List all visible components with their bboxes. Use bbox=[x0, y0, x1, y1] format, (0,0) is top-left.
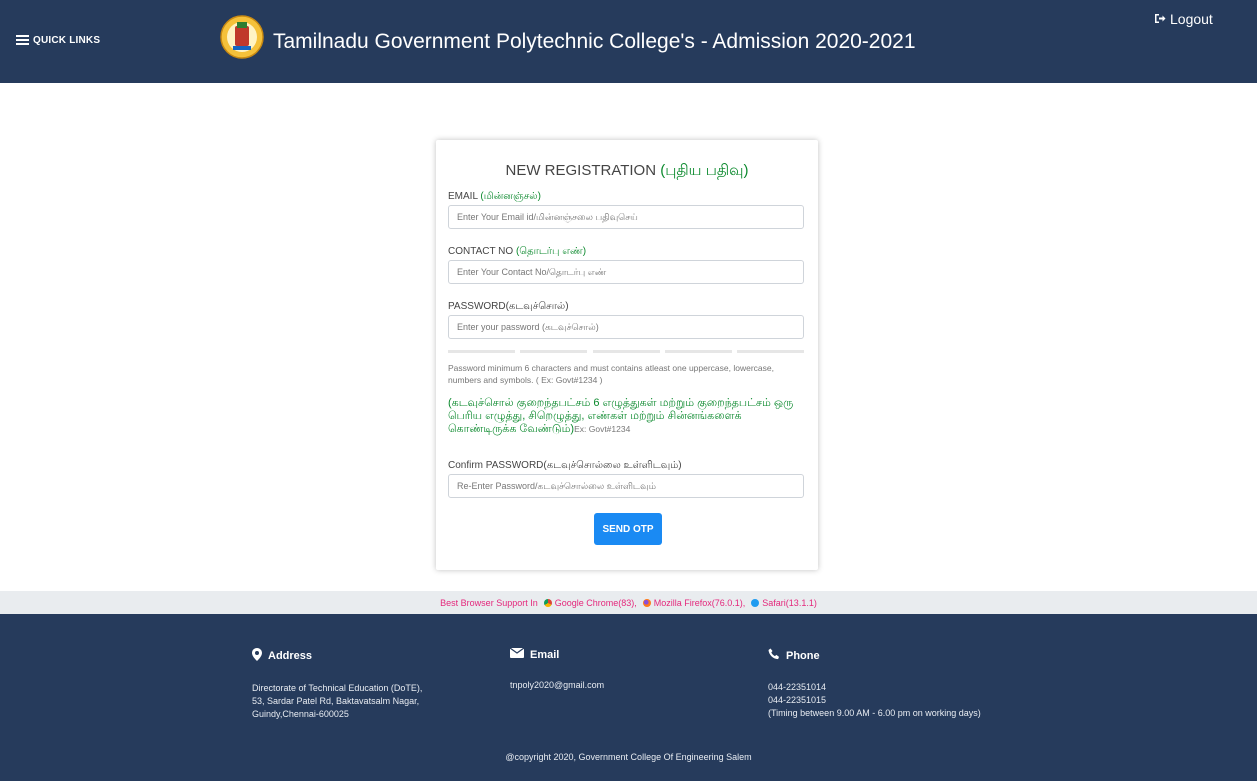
footer-email-address[interactable]: tnpoly2020@gmail.com bbox=[510, 679, 604, 692]
email-label: EMAIL (மின்னஞ்சல்) bbox=[448, 191, 541, 203]
phone-timing: (Timing between 9.00 AM - 6.00 pm on wor… bbox=[768, 708, 981, 718]
phone-text: 044-22351014 044-22351015 (Timing betwee… bbox=[768, 681, 981, 720]
password-field[interactable]: Enter your password (கடவுச்சொல்) bbox=[448, 315, 804, 339]
email-field[interactable]: Enter Your Email id/மின்னஞ்சலை பதிவுசெய் bbox=[448, 205, 804, 229]
address-line: Directorate of Technical Education (DoTE… bbox=[252, 683, 423, 693]
form-title-ta: (புதிய பதிவு) bbox=[660, 162, 749, 179]
confirm-password-label: Confirm PASSWORD(கடவுச்சொல்லை உள்ளிடவும்… bbox=[448, 460, 682, 471]
logout-link[interactable]: Logout bbox=[1154, 11, 1213, 27]
top-navbar: QUICK LINKS Tamilnadu Government Polytec… bbox=[0, 0, 1257, 83]
quick-links-label: QUICK LINKS bbox=[33, 34, 101, 46]
chrome-icon bbox=[543, 598, 552, 607]
confirm-password-field[interactable]: Re-Enter Password/கடவுச்சொல்லை உள்ளிடவும… bbox=[448, 474, 804, 498]
address-heading: Address bbox=[252, 648, 422, 664]
safari-support: Safari(13.1.1) bbox=[762, 597, 817, 608]
phone-icon bbox=[768, 648, 780, 663]
registration-card: NEW REGISTRATION (புதிய பதிவு) EMAIL (மி… bbox=[436, 140, 818, 570]
footer: Address Directorate of Technical Educati… bbox=[0, 614, 1257, 781]
tamilnadu-emblem-logo bbox=[220, 15, 264, 59]
contact-label: CONTACT NO (தொடர்பு எண்) bbox=[448, 246, 586, 258]
footer-email: Email tnpoly2020@gmail.com bbox=[509, 647, 604, 692]
address-line: Guindy,Chennai-600025 bbox=[252, 709, 349, 719]
quick-links-menu[interactable]: QUICK LINKS bbox=[16, 33, 100, 47]
address-line: 53, Sardar Patel Rd, Baktavatsalm Nagar, bbox=[252, 696, 420, 706]
logout-label: Logout bbox=[1170, 11, 1213, 27]
site-title: Tamilnadu Government Polytechnic College… bbox=[273, 30, 916, 53]
strength-segment bbox=[664, 350, 732, 353]
phone-heading-label: Phone bbox=[786, 649, 820, 662]
chrome-support: Google Chrome(83), bbox=[554, 597, 637, 608]
password-label: PASSWORD(கடவுச்சொல்) bbox=[448, 301, 569, 312]
strength-segment bbox=[737, 350, 804, 353]
copyright: @copyright 2020, Government College Of E… bbox=[505, 752, 752, 762]
send-otp-button[interactable]: SEND OTP bbox=[594, 513, 662, 545]
address-text: Directorate of Technical Education (DoTE… bbox=[252, 682, 422, 721]
browser-support-prefix: Best Browser Support In bbox=[440, 597, 538, 608]
contact-label-en: CONTACT NO bbox=[448, 246, 514, 257]
firefox-support: Mozilla Firefox(76.0.1), bbox=[653, 597, 746, 608]
footer-phone: Phone 044-22351014 044-22351015 (Timing … bbox=[768, 648, 981, 720]
email-heading: Email bbox=[509, 647, 604, 661]
form-title-en: NEW REGISTRATION bbox=[505, 162, 657, 179]
password-hint-example: Ex: Govt#1234 bbox=[574, 424, 631, 434]
safari-icon bbox=[751, 598, 760, 607]
strength-segment bbox=[520, 350, 588, 353]
contact-label-ta: (தொடர்பு எண்) bbox=[515, 246, 587, 257]
email-label-ta: (மின்னஞ்சல்) bbox=[480, 191, 541, 202]
password-hint-ta: (கடவுச்சொல் குறைந்தபட்சம் 6 எழுத்துகள் ம… bbox=[448, 397, 808, 436]
sign-out-icon bbox=[1154, 11, 1166, 27]
footer-address: Address Directorate of Technical Educati… bbox=[252, 648, 422, 721]
form-title: NEW REGISTRATION (புதிய பதிவு) bbox=[436, 162, 818, 181]
address-heading-label: Address bbox=[268, 650, 313, 662]
firefox-icon bbox=[642, 598, 651, 607]
password-strength-meter bbox=[448, 350, 804, 353]
password-hint: Password minimum 6 characters and must c… bbox=[448, 363, 774, 385]
map-marker-icon bbox=[252, 648, 262, 664]
hamburger-icon bbox=[16, 33, 29, 47]
envelope-icon bbox=[509, 647, 525, 661]
phone-heading: Phone bbox=[768, 648, 981, 663]
strength-segment bbox=[448, 350, 515, 353]
phone-line: 044-22351014 bbox=[768, 682, 827, 692]
phone-line: 044-22351015 bbox=[768, 695, 827, 705]
email-label-en: EMAIL bbox=[448, 191, 478, 202]
browser-support-bar: Best Browser Support In Google Chrome(83… bbox=[0, 591, 1257, 614]
email-heading-label: Email bbox=[530, 648, 560, 661]
strength-segment bbox=[592, 350, 660, 353]
contact-field[interactable]: Enter Your Contact No/தொடர்பு எண் bbox=[448, 260, 804, 284]
